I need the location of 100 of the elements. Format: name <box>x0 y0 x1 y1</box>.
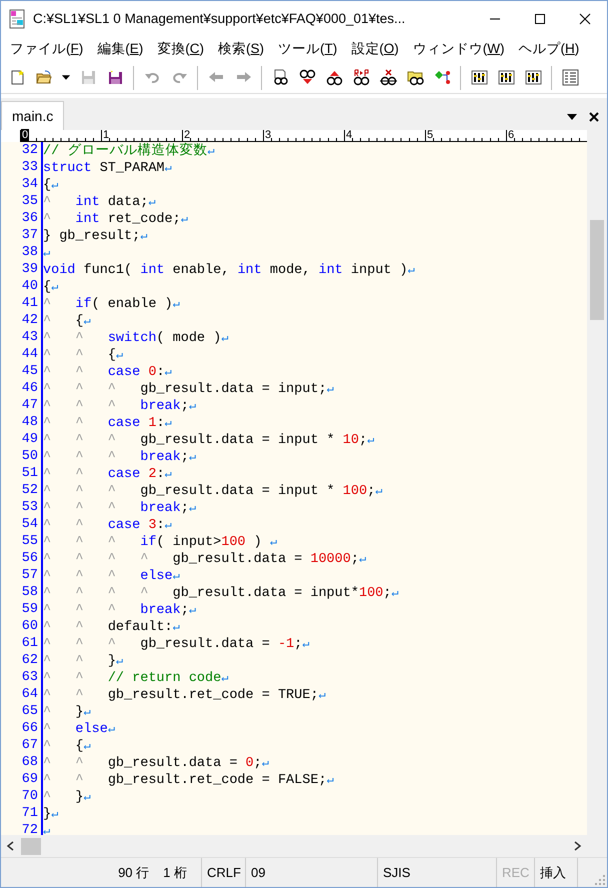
line-number: 63 <box>20 669 39 686</box>
line-number: 40 <box>20 278 39 295</box>
code-line: ^ ^ ^ if( input>100 ) ↵ <box>43 533 278 550</box>
code-line: ^ if( enable )↵ <box>43 295 180 312</box>
input-mode: 挿入 <box>540 864 566 882</box>
code-line: ^ }↵ <box>43 703 91 720</box>
code-line: ^ ^ // return code↵ <box>43 669 228 686</box>
line-number: 46 <box>20 380 39 397</box>
code-line: ^ ^ case 3:↵ <box>43 516 172 533</box>
line-number: 48 <box>20 414 39 431</box>
ruler-number: 2 <box>183 129 192 141</box>
line-number: 59 <box>20 601 39 618</box>
status-line: 90 行 <box>118 864 150 882</box>
line-number: 62 <box>20 652 39 669</box>
line-number: 39 <box>20 261 39 278</box>
line-number: 43 <box>20 329 39 346</box>
line-number: 51 <box>20 465 39 482</box>
menu-item[interactable]: ウィンドウ(W) <box>406 39 512 60</box>
line-number: 69 <box>20 771 39 788</box>
encoding: SJIS <box>383 864 410 882</box>
code-line: ^ ^ default:↵ <box>43 618 180 635</box>
status-column: 1 桁 <box>163 862 187 882</box>
line-number: 57 <box>20 567 39 584</box>
code-line: ↵ <box>43 822 50 835</box>
line-number: 71 <box>20 805 39 822</box>
line-number: 61 <box>20 635 39 652</box>
code-line: ^ ^ }↵ <box>43 652 124 669</box>
code-line: ^ ^ ^ break;↵ <box>43 397 196 414</box>
code-line: ^ ^ ^ break;↵ <box>43 499 196 516</box>
app-icon <box>7 8 27 30</box>
ruler-number: 0 <box>21 129 30 141</box>
code-line: ^ ^ case 2:↵ <box>43 465 172 482</box>
menu-item[interactable]: ヘルプ(H) <box>512 39 586 60</box>
line-number: 70 <box>20 788 39 805</box>
line-number: 67 <box>20 737 39 754</box>
line-number: 36 <box>20 210 39 227</box>
line-number: 56 <box>20 550 39 567</box>
line-number: 33 <box>20 159 39 176</box>
close-icon[interactable] <box>589 112 599 122</box>
code-line: ^ int data;↵ <box>43 193 156 210</box>
code-line: ^ {↵ <box>43 737 91 754</box>
line-number: 60 <box>20 618 39 635</box>
code-line: ^ ^ switch( mode )↵ <box>43 329 228 346</box>
code-line: ^ ^ ^ gb_result.data = input * 10;↵ <box>43 431 374 448</box>
code-line: void func1( int enable, int mode, int input )↵ <box>43 261 415 278</box>
code-line: ^ ^ ^ ^ gb_result.data = input*100;↵ <box>43 584 399 601</box>
scroll-thumb[interactable] <box>21 838 41 854</box>
menu-item[interactable]: ツール(T) <box>271 39 344 60</box>
code-line: }↵ <box>43 805 58 822</box>
line-number: 53 <box>20 499 39 516</box>
line-number: 47 <box>20 397 39 414</box>
line-number: 66 <box>20 720 39 737</box>
line-number: 37 <box>20 227 39 244</box>
line-number: 64 <box>20 686 39 703</box>
scroll-thumb[interactable] <box>590 220 604 320</box>
menu-item[interactable]: 設定(O) <box>344 39 406 60</box>
close-icon[interactable] <box>578 13 590 25</box>
status-field: 09 <box>251 862 266 882</box>
code-line: {↵ <box>43 278 58 295</box>
menu-item[interactable]: 編集(E) <box>90 39 150 60</box>
code-line: } gb_result;↵ <box>43 227 148 244</box>
code-line: ^ ^ gb_result.data = 0;↵ <box>43 754 269 771</box>
menu-item[interactable]: 検索(S) <box>211 39 272 60</box>
file-tab[interactable]: main.c <box>1 101 64 130</box>
code-line: ^ ^ case 1:↵ <box>43 414 172 431</box>
line-number: 49 <box>20 431 39 448</box>
maximize-icon[interactable] <box>534 13 546 25</box>
record-status: REC <box>502 864 530 882</box>
line-number: 38 <box>20 244 39 261</box>
line-number: 68 <box>20 754 39 771</box>
code-line: struct ST_PARAM↵ <box>43 159 172 176</box>
code-line: ^ ^ ^ else↵ <box>43 567 180 584</box>
resize-grip-icon[interactable] <box>593 873 605 885</box>
horizontal-scrollbar[interactable] <box>1 835 587 857</box>
code-line: // グローバル構造体変数↵ <box>43 142 215 159</box>
ruler-number: 3 <box>264 129 272 141</box>
line-number: 41 <box>20 295 39 312</box>
line-number: 72 <box>20 822 39 835</box>
menu-item[interactable]: 変換(C) <box>150 39 212 60</box>
code-line: ^ {↵ <box>43 312 91 329</box>
menu-item[interactable]: ファイル(F) <box>3 39 90 60</box>
code-line: ^ ^ gb_result.ret_code = FALSE;↵ <box>43 771 334 788</box>
code-line: ^ ^ ^ gb_result.data = -1;↵ <box>43 635 310 652</box>
code-line: ↵ <box>43 244 50 261</box>
caret-icon[interactable] <box>567 114 577 120</box>
line-ending: CRLF <box>207 864 241 882</box>
code-line: {↵ <box>43 176 58 193</box>
code-line: ^ ^ ^ gb_result.data = input * 100;↵ <box>43 482 382 499</box>
code-line: ^ ^ {↵ <box>43 346 124 363</box>
code-line: ^ else↵ <box>43 720 116 737</box>
vertical-scrollbar[interactable] <box>587 130 607 857</box>
code-line: ^ ^ ^ break;↵ <box>43 601 196 618</box>
line-number: 54 <box>20 516 39 533</box>
line-number: 35 <box>20 193 39 210</box>
ruler-number: 4 <box>345 129 354 141</box>
line-number: 34 <box>20 176 39 193</box>
line-number: 52 <box>20 482 39 499</box>
line-number: 65 <box>20 703 39 720</box>
line-number: 44 <box>20 346 39 363</box>
line-number: 50 <box>20 448 39 465</box>
